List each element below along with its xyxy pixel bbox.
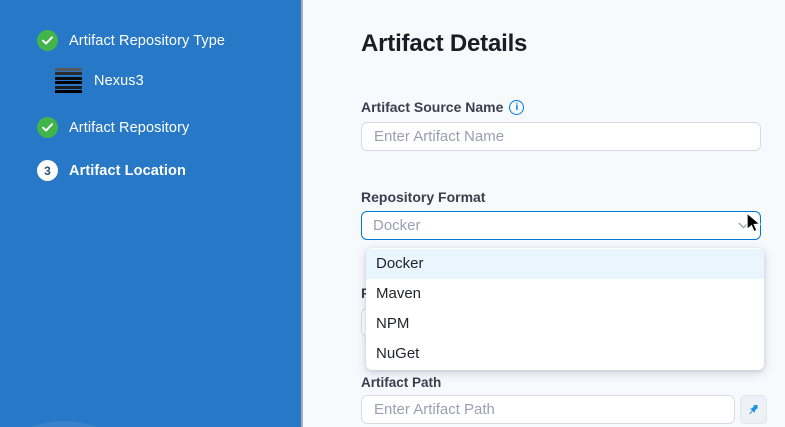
artifact-wizard: Artifact Repository Type Nexus3 Artifact…: [0, 0, 785, 427]
sidebar-item-nexus3[interactable]: Nexus3: [0, 68, 301, 93]
pin-button[interactable]: [740, 395, 767, 424]
step-label: Artifact Repository Type: [69, 33, 225, 49]
sidebar-item-artifact-location[interactable]: 3 Artifact Location: [0, 160, 301, 181]
info-icon[interactable]: i: [509, 100, 524, 115]
sidebar-item-artifact-repository[interactable]: Artifact Repository: [0, 117, 301, 138]
dropdown-option-npm[interactable]: NPM: [366, 309, 764, 339]
step-number-badge: 3: [37, 160, 58, 181]
sidebar-item-artifact-repository-type[interactable]: Artifact Repository Type: [0, 30, 301, 51]
artifact-source-name-input[interactable]: [361, 122, 761, 151]
artifact-source-name-label: Artifact Source Name i: [361, 99, 761, 115]
select-value: Docker: [373, 217, 421, 234]
dropdown-option-maven[interactable]: Maven: [366, 279, 764, 309]
dropdown-option-docker[interactable]: Docker: [366, 249, 764, 279]
nexus3-logo-icon: [55, 68, 82, 93]
repository-format-select[interactable]: Docker: [361, 211, 761, 240]
step-label: Artifact Location: [69, 163, 186, 179]
check-icon: [37, 117, 58, 138]
chevron-down-icon: [738, 222, 749, 229]
check-icon: [37, 30, 58, 51]
dropdown-option-nuget[interactable]: NuGet: [366, 339, 764, 369]
step-label: Artifact Repository: [69, 120, 189, 136]
wizard-steps-sidebar: Artifact Repository Type Nexus3 Artifact…: [0, 0, 303, 427]
pin-icon: [746, 402, 761, 417]
step-label: Nexus3: [94, 73, 144, 89]
repository-format-label: Repository Format: [361, 189, 761, 205]
page-title: Artifact Details: [361, 30, 785, 58]
artifact-details-panel: Artifact Details Artifact Source Name i …: [303, 0, 785, 427]
repository-format-dropdown: Docker Maven NPM NuGet: [366, 248, 764, 370]
artifact-path-label: Artifact Path: [361, 375, 761, 390]
artifact-path-input[interactable]: [361, 395, 735, 424]
